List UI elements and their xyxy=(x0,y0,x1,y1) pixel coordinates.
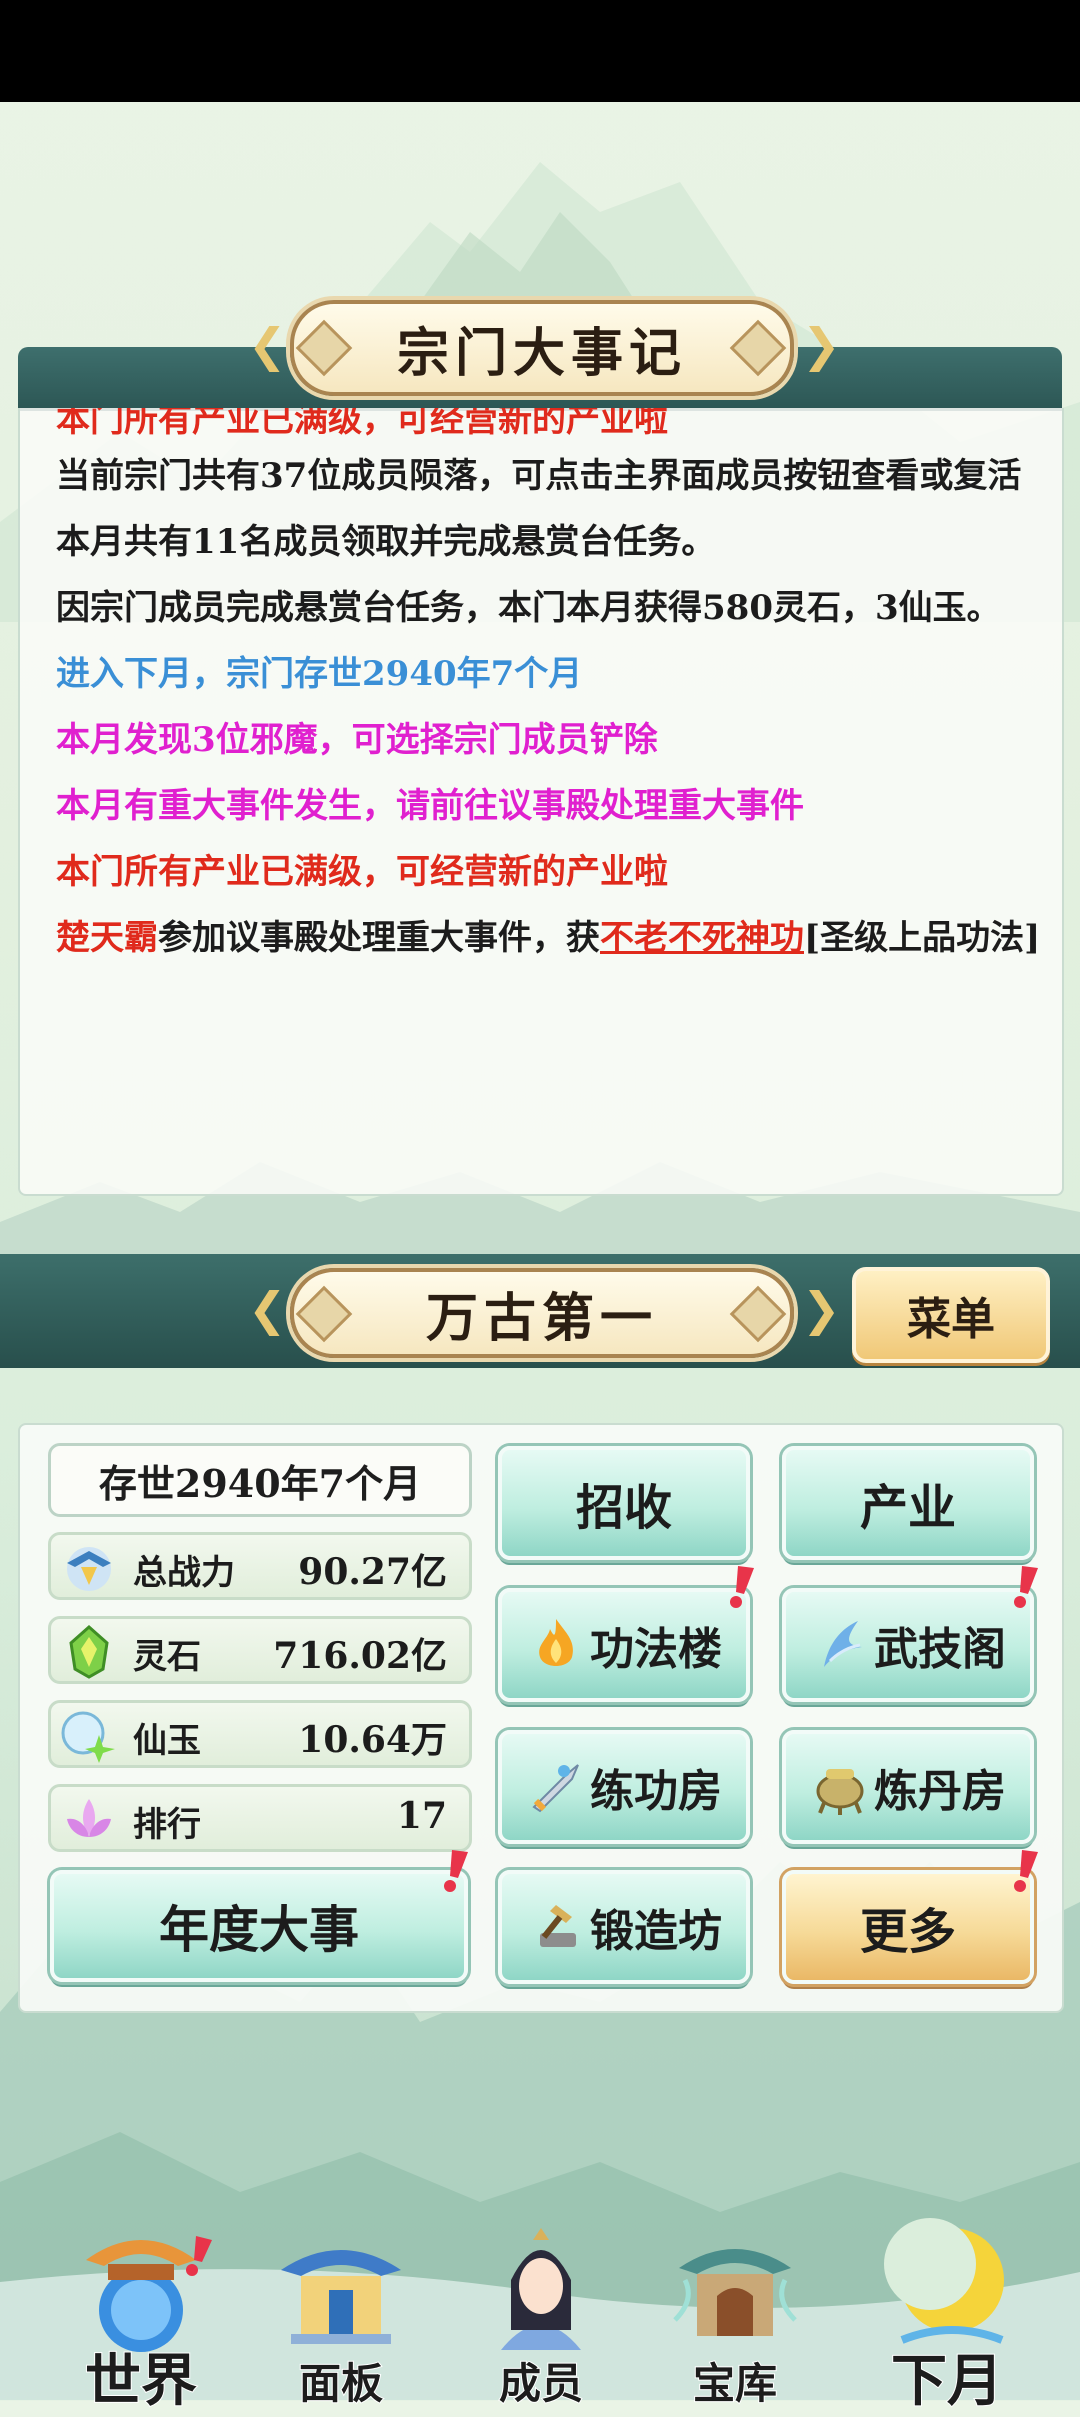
stat-jade: 仙玉 10.64万 xyxy=(48,1700,472,1768)
notification-badge-icon xyxy=(444,1850,468,1892)
alchemy-room-label: 炼丹房 xyxy=(874,1766,1006,1817)
skill-tower-button[interactable]: 功法楼 xyxy=(498,1588,750,1702)
annual-events-label: 年度大事 xyxy=(159,1900,359,1959)
more-label: 更多 xyxy=(859,1904,956,1960)
stat-spirit-stone: 灵石 716.02亿 xyxy=(48,1616,472,1684)
chronicle-log-panel[interactable]: 本门所有产业已满级，可经营新的产业啦 当前宗门共有37位成员陨落，可点击主界面成… xyxy=(18,408,1064,1196)
jade-icon xyxy=(61,1711,115,1763)
nav-treasury[interactable]: 宝库 xyxy=(650,2210,820,2409)
nav-world-label: 世界 xyxy=(84,2347,198,2415)
skill-link[interactable]: 不老不死神功 xyxy=(600,918,804,958)
plaque-left-arrow: ❮ xyxy=(248,318,287,372)
status-bar xyxy=(0,0,1080,102)
stat-value: 17 xyxy=(396,1795,447,1837)
log-entry-reward: 楚天霸参加议事殿处理重大事件，获不老不死神功[圣级上品功法] xyxy=(56,910,1046,966)
blade-icon xyxy=(824,1621,862,1667)
stat-total-power: 总战力 90.27亿 xyxy=(48,1532,472,1600)
log-text-suffix: [圣级上品功法] xyxy=(804,918,1041,958)
sect-age-text: 存世2940年7个月 xyxy=(98,1460,422,1506)
nav-panel-label: 面板 xyxy=(298,2358,384,2409)
nav-next-month-label: 下月 xyxy=(890,2347,1004,2415)
log-entry: 本月发现3位邪魔，可选择宗门成员铲除 xyxy=(56,720,658,760)
chronicle-log-list: 本门所有产业已满级，可经营新的产业啦 当前宗门共有37位成员陨落，可点击主界面成… xyxy=(56,408,1046,966)
stat-label: 灵石 xyxy=(133,1637,201,1677)
annual-events-button[interactable]: 年度大事 xyxy=(50,1870,468,1982)
hammer-icon xyxy=(540,1905,576,1947)
sect-age-display: 存世2940年7个月 xyxy=(48,1443,472,1517)
notification-badge-icon xyxy=(730,1566,754,1608)
nav-members[interactable]: 成员 xyxy=(456,2210,626,2409)
flame-icon xyxy=(539,1619,573,1666)
nav-next-month[interactable]: 下月 xyxy=(862,2210,1032,2415)
log-entry: 因宗门成员完成悬赏台任务，本门本月获得580灵石，3仙玉。 xyxy=(56,588,1001,628)
nav-treasury-label: 宝库 xyxy=(692,2358,778,2409)
notification-badge-icon xyxy=(1014,1850,1038,1892)
forge-button[interactable]: 锻造坊 xyxy=(498,1870,750,1984)
palace-icon xyxy=(281,2250,401,2344)
lotus-icon xyxy=(67,1799,111,1837)
power-icon xyxy=(67,1547,111,1591)
stat-label: 排行 xyxy=(133,1805,201,1845)
treasury-gate-icon xyxy=(673,2249,797,2336)
nav-members-label: 成员 xyxy=(498,2358,584,2409)
sect-name-text: 万古第一 xyxy=(425,1287,658,1349)
industry-button[interactable]: 产业 xyxy=(782,1446,1034,1560)
recruit-button[interactable]: 招收 xyxy=(498,1446,750,1560)
sword-icon xyxy=(532,1764,579,1813)
nav-world[interactable]: 世界 xyxy=(56,2210,226,2415)
stat-value: 716.02亿 xyxy=(273,1635,447,1677)
stat-label: 总战力 xyxy=(133,1553,235,1593)
nav-panel[interactable]: 面板 xyxy=(256,2210,426,2409)
member-name-link[interactable]: 楚天霸 xyxy=(56,918,158,958)
log-entry: 本月有重大事件发生，请前往议事殿处理重大事件 xyxy=(56,786,804,826)
chronicle-title-text: 宗门大事记 xyxy=(396,322,687,384)
notification-badge-icon xyxy=(1014,1566,1038,1608)
chronicle-title: 宗门大事记 xyxy=(290,300,794,396)
menu-button-label: 菜单 xyxy=(907,1294,995,1345)
menu-button[interactable]: 菜单 xyxy=(852,1267,1050,1363)
log-text: 参加议事殿处理重大事件，获 xyxy=(158,918,600,958)
log-entry: 进入下月，宗门存世2940年7个月 xyxy=(56,654,583,694)
training-room-label: 练功房 xyxy=(590,1766,722,1817)
plaque-right-arrow: ❯ xyxy=(802,318,841,372)
spirit-stone-icon xyxy=(69,1624,109,1679)
log-entry: 本门所有产业已满级，可经营新的产业啦 xyxy=(56,852,668,892)
recruit-label: 招收 xyxy=(575,1480,672,1536)
sect-left-arrow: ❮ xyxy=(248,1282,287,1336)
member-avatar-icon xyxy=(501,2228,581,2350)
sect-name-plaque: 万古第一 xyxy=(290,1268,794,1358)
industry-label: 产业 xyxy=(859,1480,956,1536)
martial-pavilion-label: 武技阁 xyxy=(874,1624,1006,1675)
alchemy-room-button[interactable]: 炼丹房 xyxy=(782,1730,1034,1844)
training-room-button[interactable]: 练功房 xyxy=(498,1730,750,1844)
log-entry: 本门所有产业已满级，可经营新的产业啦 xyxy=(56,408,668,440)
stat-value: 90.27亿 xyxy=(298,1551,447,1593)
stat-value: 10.64万 xyxy=(298,1719,447,1761)
skill-tower-label: 功法楼 xyxy=(590,1624,722,1675)
martial-pavilion-button[interactable]: 武技阁 xyxy=(782,1588,1034,1702)
log-entry: 本月共有11名成员领取并完成悬赏台任务。 xyxy=(56,522,716,562)
more-button[interactable]: 更多 xyxy=(782,1870,1034,1984)
cauldron-icon xyxy=(816,1769,864,1815)
stat-rank: 排行 17 xyxy=(48,1784,472,1852)
stat-label: 仙玉 xyxy=(133,1721,201,1761)
forge-label: 锻造坊 xyxy=(590,1906,722,1957)
sect-right-arrow: ❯ xyxy=(802,1282,841,1336)
log-entry: 当前宗门共有37位成员陨落，可点击主界面成员按钮查看或复活 xyxy=(56,456,1022,496)
